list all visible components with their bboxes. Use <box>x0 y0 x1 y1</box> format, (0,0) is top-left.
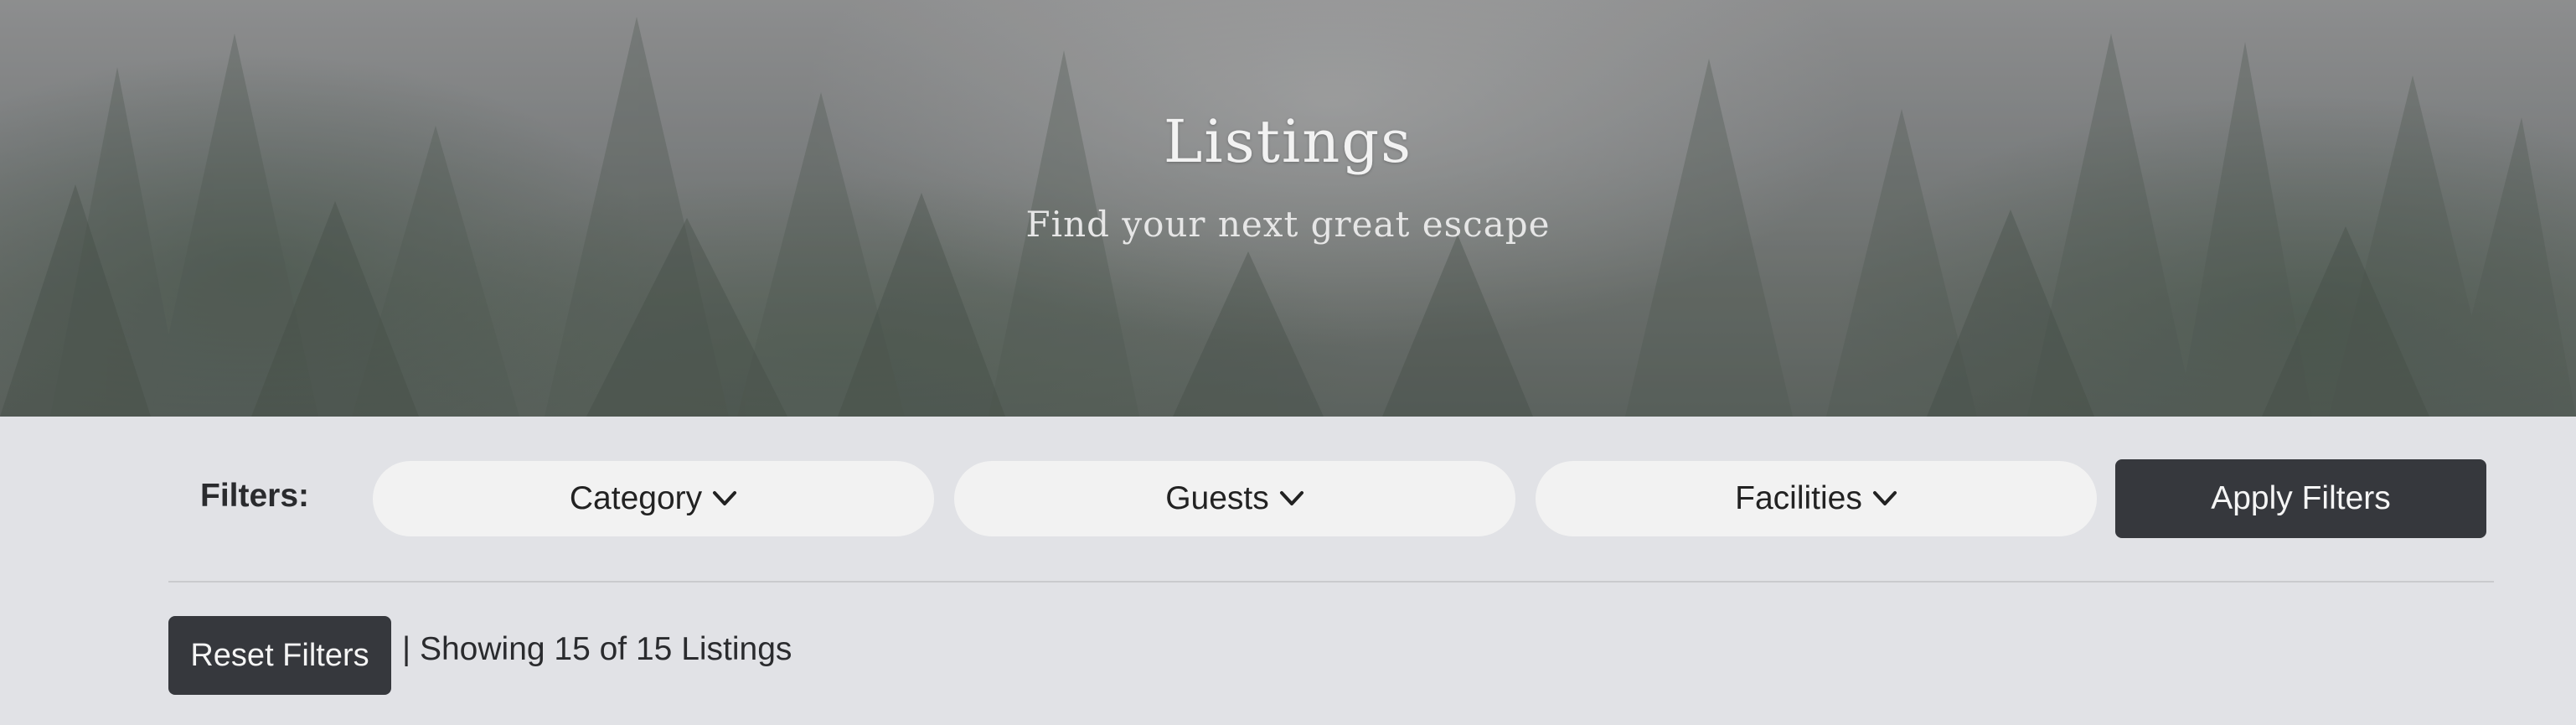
facilities-dropdown-label: Facilities <box>1735 480 1862 516</box>
chevron-down-icon <box>1279 491 1303 505</box>
results-count: | Showing 15 of 15 Listings <box>402 631 792 667</box>
filters-label: Filters: <box>200 478 310 514</box>
guests-dropdown-label: Guests <box>1165 480 1269 516</box>
chevron-down-icon <box>713 491 737 505</box>
reset-filters-button[interactable]: Reset Filters <box>168 616 391 695</box>
page-title: Listings <box>1163 107 1413 176</box>
guests-dropdown[interactable]: Guests <box>954 461 1515 536</box>
page-subtitle: Find your next great escape <box>1025 204 1551 245</box>
category-dropdown[interactable]: Category <box>373 461 934 536</box>
hero-banner: Listings Find your next great escape <box>0 0 2576 417</box>
chevron-down-icon <box>1872 491 1897 505</box>
apply-filters-button[interactable]: Apply Filters <box>2115 459 2486 538</box>
category-dropdown-label: Category <box>569 480 703 516</box>
facilities-dropdown[interactable]: Facilities <box>1536 461 2097 536</box>
divider <box>168 581 2494 583</box>
